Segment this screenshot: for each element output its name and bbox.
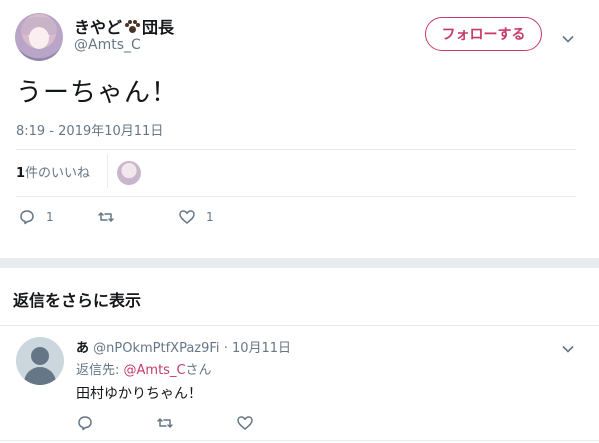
divider bbox=[16, 149, 576, 150]
reply-like-action[interactable] bbox=[236, 414, 254, 432]
reply-separator: · bbox=[223, 341, 228, 356]
liker-avatar[interactable] bbox=[117, 161, 141, 185]
reply-retweet-action[interactable] bbox=[156, 414, 174, 432]
reply-icon bbox=[20, 210, 34, 225]
likes-summary[interactable]: 1件のいいね bbox=[16, 162, 90, 181]
display-name[interactable]: きやど 団長 bbox=[74, 14, 174, 38]
reply-to-handle-link[interactable]: @Amts_C bbox=[124, 363, 186, 378]
more-replies-heading[interactable]: 返信をさらに表示 bbox=[13, 287, 141, 311]
retweet-icon bbox=[98, 212, 114, 222]
likes-count: 1 bbox=[16, 166, 26, 181]
reply-text: 田村ゆかりちゃん！ bbox=[76, 386, 202, 402]
reply-author-handle[interactable]: @nPOkmPtfXPaz9Fi bbox=[93, 341, 219, 356]
retweet-action[interactable] bbox=[97, 208, 115, 226]
like-icon bbox=[179, 210, 195, 224]
retweet-icon bbox=[157, 418, 173, 428]
section-separator bbox=[0, 258, 599, 268]
reply-date[interactable]: 10月11日 bbox=[232, 341, 291, 356]
divider bbox=[16, 196, 576, 197]
tweet-text: うーちゃん！ bbox=[16, 78, 179, 108]
divider bbox=[0, 325, 599, 326]
reply-to-suffix: さん bbox=[185, 363, 212, 378]
chevron-down-icon[interactable] bbox=[562, 30, 574, 43]
default-avatar-icon bbox=[31, 347, 49, 365]
reply-icon bbox=[78, 416, 92, 431]
divider bbox=[107, 154, 108, 188]
likes-label: 件のいいね bbox=[25, 166, 91, 181]
reply-avatar[interactable] bbox=[16, 337, 64, 385]
default-avatar-body bbox=[24, 367, 56, 385]
like-count: 1 bbox=[206, 210, 214, 224]
like-icon bbox=[237, 416, 253, 430]
tweet-timestamp[interactable]: 8:19 - 2019年10月11日 bbox=[16, 120, 163, 139]
reply-to-prefix: 返信先: bbox=[76, 363, 124, 378]
user-avatar[interactable] bbox=[15, 13, 63, 61]
like-action[interactable]: 1 bbox=[178, 208, 214, 226]
reply-count: 1 bbox=[46, 210, 54, 224]
paw-icon bbox=[123, 19, 141, 35]
chevron-down-icon[interactable] bbox=[562, 340, 574, 353]
user-handle[interactable]: @Amts_C bbox=[74, 37, 141, 53]
follow-button[interactable]: フォローする bbox=[425, 17, 542, 51]
reply-action[interactable]: 1 bbox=[18, 208, 54, 226]
display-name-suffix: 団長 bbox=[142, 18, 175, 37]
reply-author-name[interactable]: あ bbox=[76, 341, 89, 356]
display-name-prefix: きやど bbox=[74, 18, 123, 37]
divider bbox=[0, 440, 599, 441]
avatar-face bbox=[29, 27, 49, 49]
reply-reply-action[interactable] bbox=[76, 414, 94, 432]
reply-header: あ @nPOkmPtfXPaz9Fi · 10月11日 bbox=[76, 337, 291, 356]
reply-to-line: 返信先: @Amts_Cさん bbox=[76, 359, 212, 378]
